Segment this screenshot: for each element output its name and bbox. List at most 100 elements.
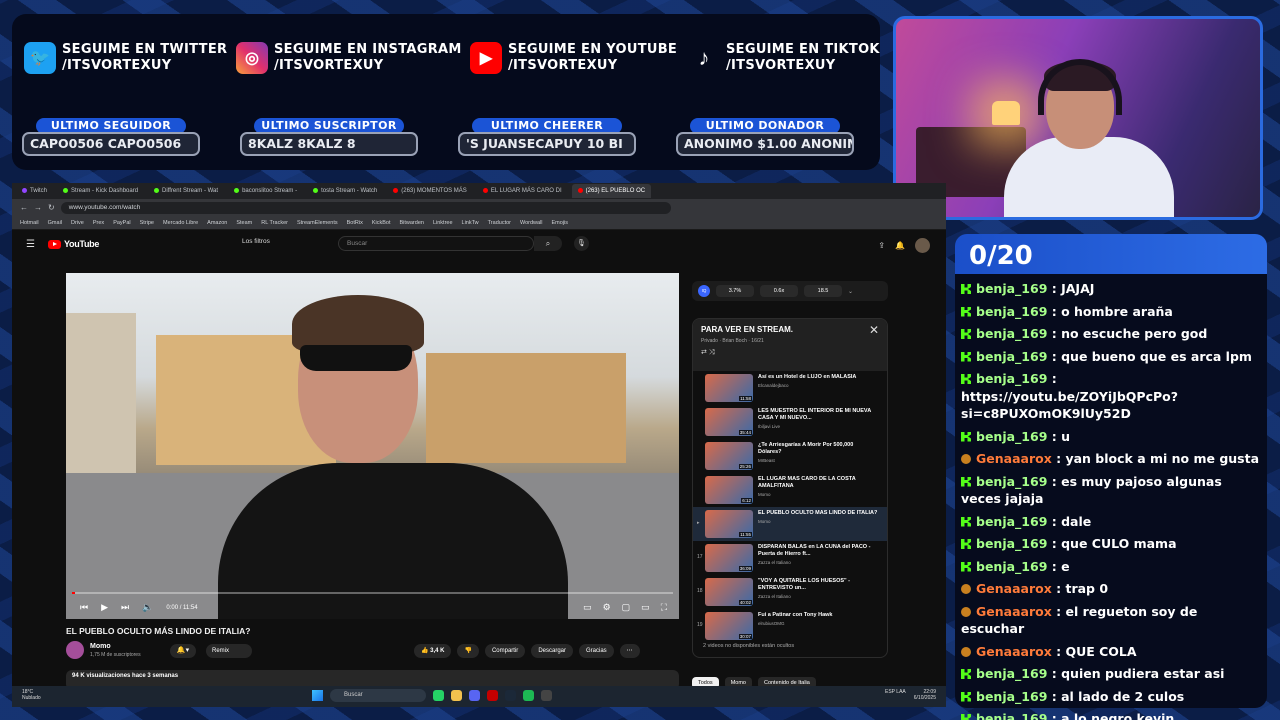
whatsapp-icon[interactable] [433,690,444,701]
playlist-item[interactable]: 25:26 ¿Te Arriesgarías A Morir Por 500,00… [693,439,887,473]
playlist-item[interactable]: ▸ 11:55 EL PUEBLO OCULTO MÁS LINDO DE ITAL… [693,507,887,541]
chat-username[interactable]: Genaaarox [976,604,1052,619]
opera-icon[interactable] [487,690,498,701]
subscribe-bell-icon[interactable]: 🔔▾ [170,644,196,658]
browser-tab[interactable]: Stream - Kick Dashboard [57,184,144,198]
avatar[interactable] [915,238,930,253]
bookmark[interactable]: Amazon [207,220,227,226]
theater-icon[interactable]: ▭ [641,602,650,613]
remix-button[interactable]: Remix [206,644,252,658]
taskbar-search[interactable]: Buscar [330,689,426,702]
download-button[interactable]: Descargar [531,644,573,658]
search-icon[interactable]: ⌕ [534,236,562,251]
chat-username[interactable]: benja_169 [976,536,1047,551]
bookmark[interactable]: Prex [93,220,104,226]
playlist-item[interactable]: 11:58 Así es un Hotel de LUJO en MALASIA E… [693,371,887,405]
bookmark[interactable]: Steam [236,220,252,226]
bookmark[interactable]: Linktree [433,220,453,226]
filters-button[interactable]: Los filtros [242,238,270,245]
windows-start-icon[interactable] [312,690,323,701]
browser-tab[interactable]: tosta Stream - Watch [307,184,383,198]
browser-tab[interactable]: EL LUGAR MÁS CARO DI [477,184,568,198]
bookmark[interactable]: Stripe [140,220,154,226]
playlist-item[interactable]: 6:12 EL LUGAR MÁS CARO DE LA COSTA AMALFI… [693,473,887,507]
clock[interactable]: 22:09 6/10/2025 [914,689,936,701]
browser-tab[interactable]: baconslitoo Stream - [228,184,303,198]
chat-username[interactable]: benja_169 [976,371,1047,386]
playlist-item[interactable]: 17 36:09 DISPARAN BALAS en LA CUNA del PAC… [693,541,887,575]
hamburger-icon[interactable]: ☰ [26,239,35,250]
chat-username[interactable]: benja_169 [976,474,1047,489]
volume-icon[interactable]: 🔈 [142,602,153,613]
progress-bar[interactable] [72,592,673,594]
playlist-item[interactable]: 19 30:07 Fui a Patinar con Tony Hawk elrubi… [693,609,887,643]
chat-username[interactable]: benja_169 [976,689,1047,704]
reload-icon[interactable]: ↻ [48,203,55,212]
bookmark[interactable]: Gmail [48,220,62,226]
chat-username[interactable]: benja_169 [976,281,1047,296]
bookmark[interactable]: StreamElements [297,220,338,226]
browser-tab[interactable]: (263) MOMENTOS MÁS [387,184,473,198]
subtitles-icon[interactable]: ▭ [583,602,592,613]
video-thumbnail[interactable]: 40:02 [705,578,753,606]
shuffle-icon[interactable]: ⤨ [709,349,715,356]
channel-avatar[interactable] [66,641,84,659]
next-icon[interactable]: ⏭ [121,602,129,613]
bookmark[interactable]: PayPal [113,220,130,226]
discord-icon[interactable] [469,690,480,701]
weather-widget[interactable]: 18°C Nublado [22,689,41,701]
video-player[interactable]: ⏮ ▶ ⏭ 🔈 0:00 / 11:54 ▭ ⚙ ▢ ▭ ⛶ [66,273,679,619]
video-thumbnail[interactable]: 30:07 [705,612,753,640]
playlist-item[interactable]: 35:44 LES MUESTRO EL INTERIOR DE MI NUEVA… [693,405,887,439]
chat-username[interactable]: Genaaarox [976,451,1052,466]
video-thumbnail[interactable]: 11:55 [705,510,753,538]
bookmark[interactable]: Traductor [488,220,511,226]
video-thumbnail[interactable]: 35:44 [705,408,753,436]
bell-icon[interactable]: 🔔 [895,241,905,250]
chat-username[interactable]: benja_169 [976,326,1047,341]
chat-username[interactable]: benja_169 [976,711,1047,720]
bookmark[interactable]: Hotmail [20,220,39,226]
bookmark[interactable]: Drive [71,220,84,226]
video-thumbnail[interactable]: 11:58 [705,374,753,402]
video-thumbnail[interactable]: 6:12 [705,476,753,504]
bookmark[interactable]: Emojis [552,220,569,226]
chat-username[interactable]: benja_169 [976,666,1047,681]
steam-icon[interactable] [505,690,516,701]
channel-name[interactable]: Momo [90,643,111,650]
spotify-icon[interactable] [523,690,534,701]
miniplayer-icon[interactable]: ▢ [622,602,631,613]
chat-username[interactable]: Genaaarox [976,581,1052,596]
previous-icon[interactable]: ⏮ [80,602,88,613]
chat-username[interactable]: benja_169 [976,429,1047,444]
loop-icon[interactable]: ⇄ [701,349,707,356]
back-icon[interactable]: ← [20,203,28,212]
play-icon[interactable]: ▶ [101,602,108,613]
chat-username[interactable]: benja_169 [976,304,1047,319]
settings-icon[interactable]: ⚙ [603,602,611,613]
chat-username[interactable]: benja_169 [976,349,1047,364]
bookmark[interactable]: Bitwarden [399,220,423,226]
bookmark[interactable]: BotRix [347,220,363,226]
url-input[interactable]: www.youtube.com/watch [60,201,671,214]
more-icon[interactable]: ⋯ [619,644,640,658]
bookmark[interactable]: RL Tracker [261,220,288,226]
obs-icon[interactable] [541,690,552,701]
bookmark[interactable]: LinkTw [462,220,479,226]
bookmark[interactable]: Mercado Libre [163,220,198,226]
bookmark[interactable]: Wordwall [520,220,543,226]
close-icon[interactable]: ✕ [869,323,879,337]
browser-tab-active[interactable]: (263) EL PUEBLO OC [571,184,652,198]
iq-icon[interactable]: IQ [698,285,710,297]
browser-tab[interactable]: Twitch [16,184,53,198]
dislike-button[interactable]: 👎 [457,644,479,658]
playlist-item[interactable]: 18 40:02 "VOY A QUITARLE LOS HUESOS" - ENT… [693,575,887,609]
fullscreen-icon[interactable]: ⛶ [661,602,667,613]
chat-username[interactable]: benja_169 [976,514,1047,529]
search-input[interactable]: Buscar [338,236,534,251]
thanks-button[interactable]: Gracias [579,644,614,658]
video-thumbnail[interactable]: 36:09 [705,544,753,572]
browser-tab[interactable]: Diffrent Stream - Wat [148,184,224,198]
like-button[interactable]: 👍 3,4 K [414,644,452,658]
bookmark[interactable]: KickBot [372,220,391,226]
